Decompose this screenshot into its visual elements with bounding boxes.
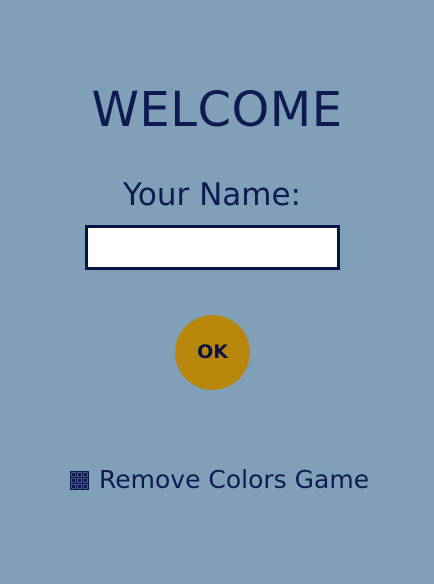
grid-icon (70, 470, 89, 490)
game-label: Remove Colors Game (99, 465, 370, 494)
name-input[interactable] (85, 225, 340, 270)
remove-colors-game-link[interactable]: Remove Colors Game (70, 463, 369, 497)
ok-button[interactable]: OK (175, 315, 250, 390)
name-label: Your Name: (123, 177, 301, 213)
welcome-title: WELCOME (91, 82, 343, 138)
